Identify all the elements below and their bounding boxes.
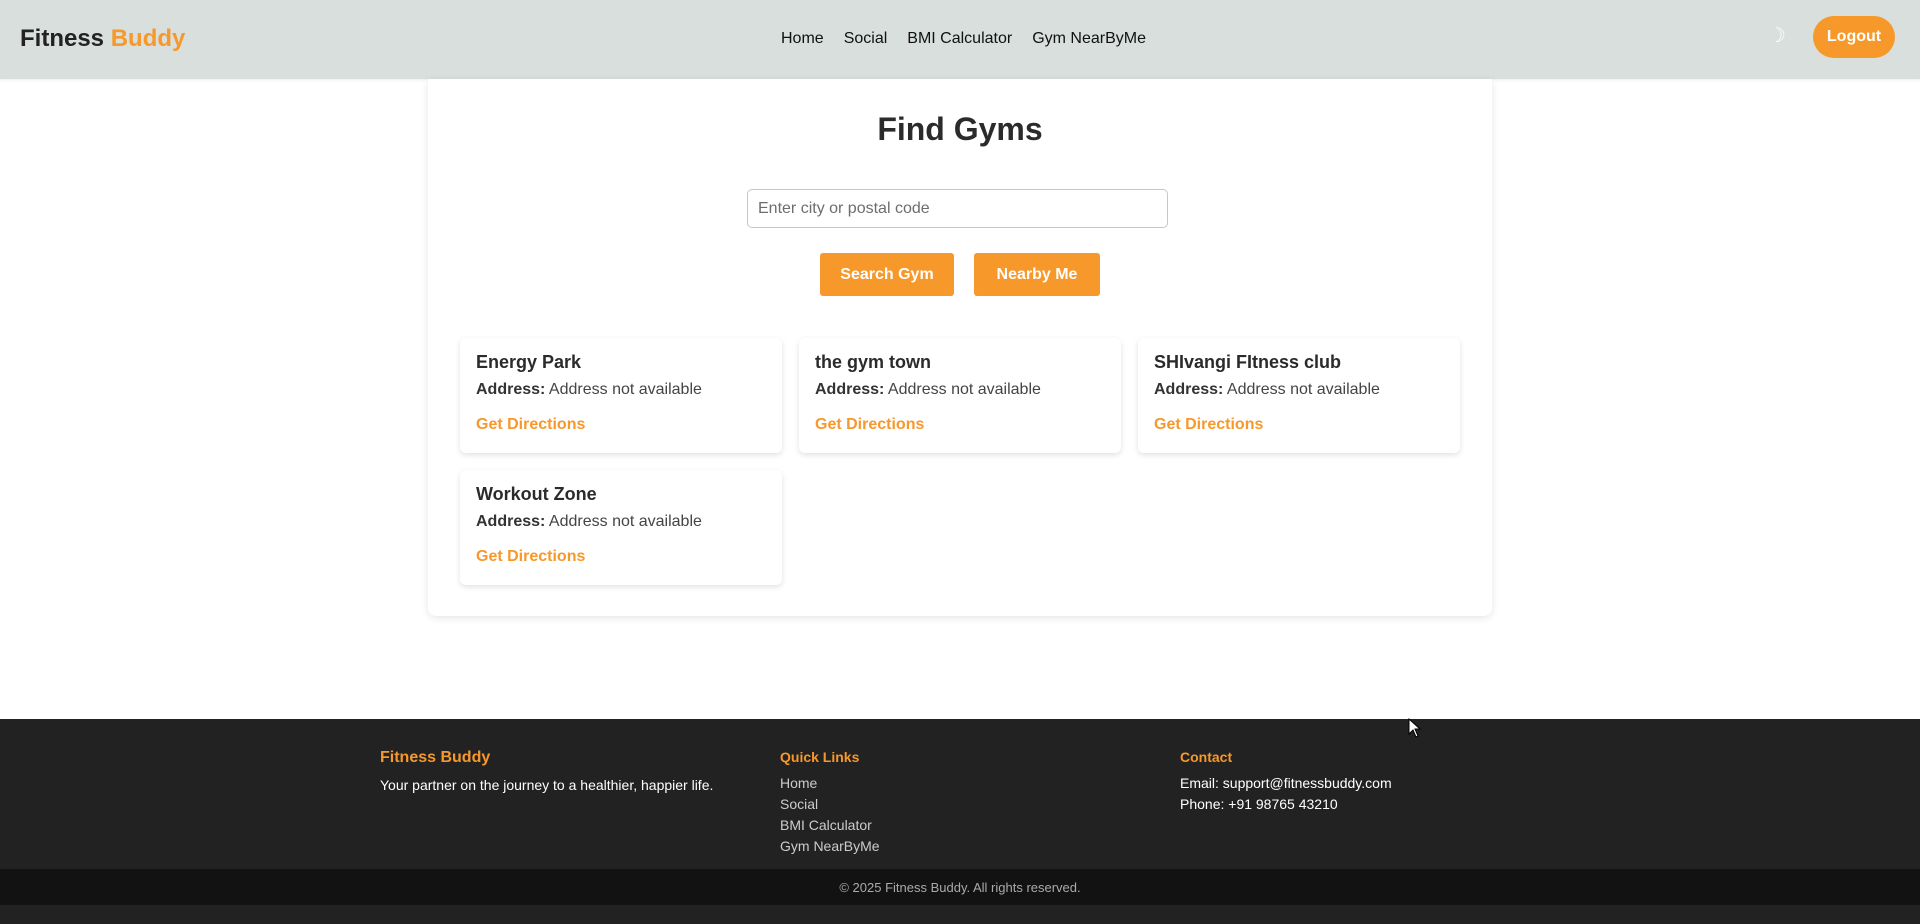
get-directions-link[interactable]: Get Directions: [476, 416, 585, 434]
nav-bmi-calculator-link[interactable]: BMI Calculator: [907, 30, 1012, 48]
gym-address: Address: Address not available: [476, 513, 702, 531]
gym-address: Address: Address not available: [815, 381, 1041, 399]
search-gym-button[interactable]: Search Gym: [820, 253, 954, 296]
top-navbar: Fitness Buddy Home Social BMI Calculator…: [0, 0, 1920, 79]
gym-card: Energy Park Address: Address not availab…: [460, 338, 782, 453]
gym-card: Workout Zone Address: Address not availa…: [460, 470, 782, 585]
address-label: Address:: [476, 513, 546, 530]
contact-details: Email: support@fitnessbuddy.com Phone: +…: [1180, 773, 1392, 815]
contact-heading: Contact: [1180, 749, 1233, 765]
contact-phone: Phone: +91 98765 43210: [1180, 796, 1338, 812]
brand-main-text: Fitness: [20, 25, 105, 52]
footer-about: Fitness Buddy Your partner on the journe…: [380, 749, 713, 793]
footer-link-bmi-calculator[interactable]: BMI Calculator: [780, 815, 880, 836]
footer-link-gym-nearbyme[interactable]: Gym NearByMe: [780, 836, 880, 857]
nav-social-link[interactable]: Social: [844, 30, 888, 48]
nav-home-link[interactable]: Home: [781, 30, 824, 48]
page-title: Find Gyms: [877, 111, 1043, 147]
gym-card: SHIvangi FItness club Address: Address n…: [1138, 338, 1460, 453]
contact-email: Email: support@fitnessbuddy.com: [1180, 775, 1392, 791]
site-footer: Fitness Buddy Your partner on the journe…: [0, 719, 1920, 869]
location-search-input[interactable]: [747, 189, 1168, 228]
find-gyms-panel: Find Gyms Search Gym Nearby Me Energy Pa…: [428, 79, 1492, 616]
main-nav: Home Social BMI Calculator Gym NearByMe: [781, 30, 1146, 48]
footer-link-social[interactable]: Social: [780, 794, 880, 815]
copyright-text: © 2025 Fitness Buddy. All rights reserve…: [839, 879, 1081, 895]
get-directions-link[interactable]: Get Directions: [1154, 416, 1263, 434]
footer-quick-links: Quick Links Home Social BMI Calculator G…: [780, 749, 880, 857]
gym-name: Energy Park: [476, 352, 582, 372]
footer-link-home[interactable]: Home: [780, 773, 880, 794]
nearby-me-button[interactable]: Nearby Me: [974, 253, 1100, 296]
address-value: Address not available: [1226, 381, 1380, 398]
address-label: Address:: [815, 381, 885, 398]
mouse-pointer-icon: [1408, 718, 1422, 738]
footer-brand: Fitness Buddy: [380, 749, 491, 766]
copyright-bar: © 2025 Fitness Buddy. All rights reserve…: [0, 869, 1920, 905]
gym-name: SHIvangi FItness club: [1154, 352, 1342, 372]
address-value: Address not available: [548, 513, 702, 530]
gym-name: Workout Zone: [476, 484, 597, 504]
address-value: Address not available: [887, 381, 1041, 398]
bottom-strip: [0, 905, 1920, 924]
footer-tagline: Your partner on the journey to a healthi…: [380, 777, 714, 793]
moon-icon[interactable]: ☽: [1768, 24, 1786, 48]
quick-links-list: Home Social BMI Calculator Gym NearByMe: [780, 773, 880, 857]
brand-logo[interactable]: Fitness Buddy: [20, 25, 185, 53]
nav-gym-nearbyme-link[interactable]: Gym NearByMe: [1032, 30, 1146, 48]
address-label: Address:: [1154, 381, 1224, 398]
get-directions-link[interactable]: Get Directions: [476, 548, 585, 566]
gym-name: the gym town: [815, 352, 931, 372]
address-value: Address not available: [548, 381, 702, 398]
gym-address: Address: Address not available: [476, 381, 702, 399]
footer-contact: Contact Email: support@fitnessbuddy.com …: [1180, 749, 1392, 815]
brand-accent-text: Buddy: [110, 25, 186, 52]
logout-button[interactable]: Logout: [1813, 16, 1895, 58]
address-label: Address:: [476, 381, 546, 398]
gym-card: the gym town Address: Address not availa…: [799, 338, 1121, 453]
get-directions-link[interactable]: Get Directions: [815, 416, 924, 434]
gym-address: Address: Address not available: [1154, 381, 1380, 399]
quick-links-heading: Quick Links: [780, 749, 860, 765]
